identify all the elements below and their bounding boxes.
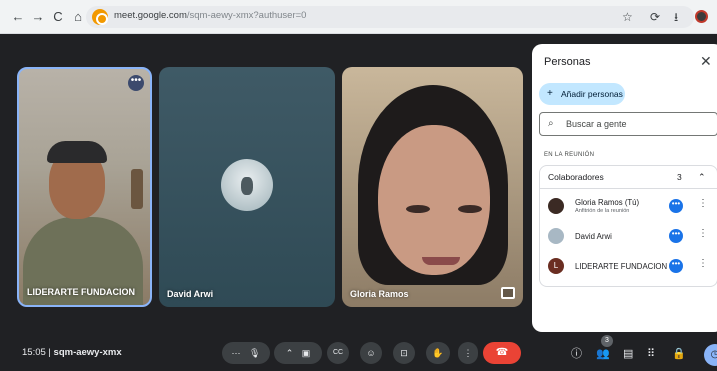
person-role: Anfitrión de la reunión (575, 208, 630, 214)
video-tile-david[interactable]: David Arwi (159, 67, 335, 307)
avatar: L (548, 258, 564, 274)
tile-more-options-icon[interactable]: ••• (128, 75, 144, 91)
list-item[interactable]: L LIDERARTE FUNDACION ••• ⋮ (540, 253, 717, 281)
mic-control-group: ⋯ 🎙 (222, 342, 270, 364)
avatar (548, 228, 564, 244)
search-icon: ⌕ (548, 118, 554, 129)
collaborators-list: Gloria Ramos (Tú) Anfitrión de la reunió… (539, 189, 717, 287)
activities-icon[interactable]: ⠿ (647, 347, 655, 361)
person-name: LIDERARTE FUNDACION (575, 262, 668, 271)
group-count: 3 (677, 172, 682, 182)
reload-icon[interactable]: C (50, 9, 66, 25)
meeting-details-icon[interactable]: ⓘ (571, 347, 582, 361)
camera-icon[interactable]: ▣ (302, 348, 311, 358)
tile-name-label: LIDERARTE FUNDACION (27, 287, 135, 297)
participant-face (378, 125, 490, 275)
camera-control-group: ⌃ ▣ (274, 342, 322, 364)
site-info-icon[interactable] (92, 9, 108, 25)
more-actions-icon[interactable]: ••• (669, 199, 683, 213)
search-people-input[interactable]: ⌕ Buscar a gente (539, 112, 717, 136)
collaborators-group-header[interactable]: Colaboradores 3 ⌃ (539, 165, 717, 189)
emoji-button[interactable]: ☺ (360, 342, 382, 364)
panel-title: Personas (544, 56, 591, 68)
present-button[interactable]: ⊡ (393, 342, 415, 364)
tile-name-label: David Arwi (167, 289, 214, 299)
tile-name-label: Gloria Ramos (350, 289, 409, 299)
people-icon[interactable]: 👥 (596, 347, 610, 361)
people-panel: Personas ✕ + Añadir personas ⌕ Buscar a … (532, 44, 717, 332)
video-tile-gloria[interactable]: Gloria Ramos (342, 67, 523, 307)
camera-options-icon[interactable]: ⌃ (286, 348, 294, 358)
avatar (548, 198, 564, 214)
list-item[interactable]: Gloria Ramos (Tú) Anfitrión de la reunió… (540, 193, 717, 221)
search-placeholder: Buscar a gente (566, 119, 627, 129)
group-label: Colaboradores (548, 172, 604, 182)
close-icon[interactable]: ✕ (700, 53, 712, 70)
add-people-label: Añadir personas (561, 89, 623, 99)
kebab-menu-icon[interactable]: ⋮ (698, 198, 708, 209)
address-bar[interactable]: meet.google.com/sqm-aewy-xmx?authuser=0 (86, 6, 694, 28)
raise-hand-button[interactable]: ✋ (426, 342, 450, 364)
back-icon[interactable]: ← (10, 9, 26, 25)
chat-icon[interactable]: ▤ (623, 347, 633, 361)
browser-toolbar: ← → C ⌂ meet.google.com/sqm-aewy-xmx?aut… (0, 0, 717, 34)
picture-in-picture-icon[interactable] (501, 287, 515, 299)
people-count-badge: 3 (601, 335, 613, 347)
add-person-icon: + (547, 88, 553, 99)
video-tile-liderarte[interactable]: ••• LIDERARTE FUNDACION (17, 67, 152, 307)
home-icon[interactable]: ⌂ (70, 9, 86, 25)
kebab-menu-icon[interactable]: ⋮ (698, 258, 708, 269)
meeting-time: 15:05 (22, 347, 46, 358)
participant-eye (458, 205, 482, 213)
microphone-icon[interactable]: 🎙 (249, 348, 260, 358)
host-controls-icon[interactable]: 🔒 (672, 347, 686, 361)
participant-avatar (221, 159, 273, 211)
profile-avatar[interactable] (695, 10, 708, 23)
clock-icon[interactable]: ◷ (704, 344, 717, 366)
forward-icon[interactable]: → (30, 9, 46, 25)
bookmark-star-icon[interactable]: ☆ (622, 9, 633, 25)
meeting-code: sqm-aewy-xmx (53, 347, 122, 358)
kebab-menu-icon[interactable]: ⋮ (698, 228, 708, 239)
list-item[interactable]: David Arwi ••• ⋮ (540, 223, 717, 251)
participant-mouth (422, 257, 460, 265)
more-actions-icon[interactable]: ••• (669, 229, 683, 243)
person-name: David Arwi (575, 232, 612, 241)
download-icon[interactable]: ⭳ (674, 9, 678, 25)
participant-cap (47, 141, 107, 163)
extensions-icon[interactable]: ⟳ (650, 9, 660, 25)
section-label: EN LA REUNIÓN (544, 152, 595, 158)
more-options-button[interactable]: ⋮ (458, 342, 478, 364)
separator: | (48, 347, 51, 358)
url-text: meet.google.com/sqm-aewy-xmx?authuser=0 (114, 10, 307, 21)
mic-options-icon[interactable]: ⋯ (232, 348, 241, 358)
person-name: Gloria Ramos (Tú) (575, 198, 640, 207)
captions-button[interactable]: CC (327, 342, 349, 364)
meeting-info: 15:05 | sqm-aewy-xmx (22, 347, 122, 358)
participant-eye (406, 205, 430, 213)
wall-decoration (131, 169, 143, 209)
end-call-button[interactable]: ☎ (483, 342, 521, 364)
chevron-up-icon[interactable]: ⌃ (698, 166, 706, 188)
add-people-button[interactable]: + Añadir personas (539, 83, 625, 105)
more-actions-icon[interactable]: ••• (669, 259, 683, 273)
